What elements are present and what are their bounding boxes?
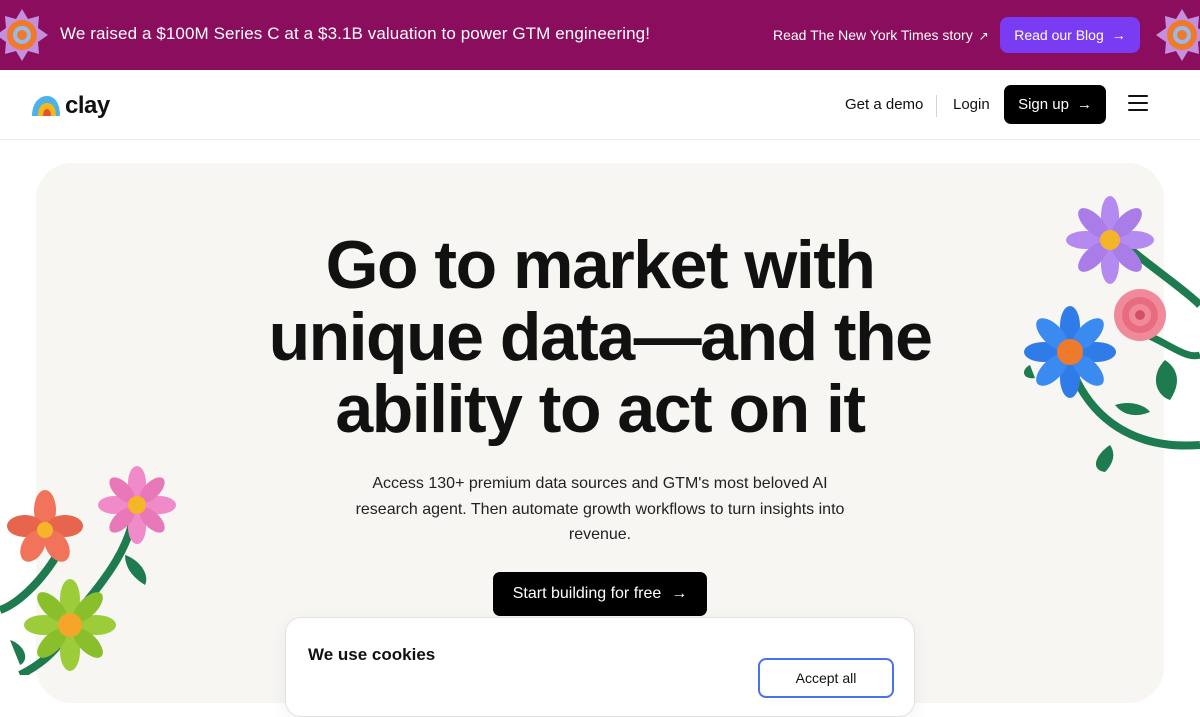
- flowers-left-illustration: [0, 466, 176, 675]
- cookie-title: We use cookies: [308, 645, 436, 664]
- sign-up-button[interactable]: Sign up →: [1004, 85, 1106, 124]
- arrow-right-icon: →: [1111, 27, 1126, 43]
- arrow-up-right-icon: ↗: [978, 29, 989, 43]
- clay-logo[interactable]: clay: [30, 92, 110, 120]
- top-navigation: clay Get a demo Login Sign up →: [0, 70, 1200, 140]
- pink-rose-icon: [1114, 289, 1166, 341]
- flowers-right-illustration: [1023, 196, 1200, 472]
- clay-logo-icon: [32, 96, 60, 116]
- nav-divider: [936, 95, 937, 117]
- nyt-story-link[interactable]: Read The New York Times story ↗: [773, 27, 989, 43]
- arrow-right-icon: →: [671, 585, 688, 602]
- arrow-right-icon: →: [1076, 96, 1092, 113]
- sign-up-label: Sign up: [1018, 96, 1069, 113]
- start-building-button[interactable]: Start building for free →: [493, 572, 707, 616]
- nyt-story-label: Read The New York Times story: [773, 27, 973, 43]
- hero-headline: Go to market with unique data—and the ab…: [36, 229, 1164, 445]
- get-demo-link[interactable]: Get a demo: [845, 96, 923, 113]
- start-building-label: Start building for free: [512, 585, 662, 602]
- read-blog-label: Read our Blog: [1014, 27, 1104, 43]
- logo-wordmark: clay: [65, 92, 110, 119]
- hero-subtext: Access 130+ premium data sources and GTM…: [355, 475, 845, 543]
- hamburger-menu-icon[interactable]: [1126, 92, 1150, 114]
- pink-flower-icon: [98, 466, 176, 544]
- announcement-banner: We raised a $100M Series C at a $3.1B va…: [0, 0, 1200, 70]
- flower-badge-icon: [1156, 9, 1200, 61]
- headline-line-2: unique data—and the: [268, 299, 933, 375]
- cookie-consent-banner: We use cookies Accept all: [285, 617, 915, 717]
- headline-line-1: Go to market with: [325, 227, 876, 303]
- orange-flower-icon: [7, 490, 83, 562]
- green-flower-icon: [24, 579, 116, 671]
- announcement-text: We raised a $100M Series C at a $3.1B va…: [60, 24, 651, 43]
- headline-line-3: ability to act on it: [335, 371, 866, 447]
- flower-badge-icon: [0, 9, 48, 61]
- login-link[interactable]: Login: [953, 96, 990, 113]
- read-blog-button[interactable]: Read our Blog →: [1000, 17, 1140, 53]
- accept-cookies-button[interactable]: Accept all: [758, 658, 894, 698]
- blue-flower-icon: [1024, 306, 1116, 398]
- purple-flower-icon: [1066, 196, 1154, 284]
